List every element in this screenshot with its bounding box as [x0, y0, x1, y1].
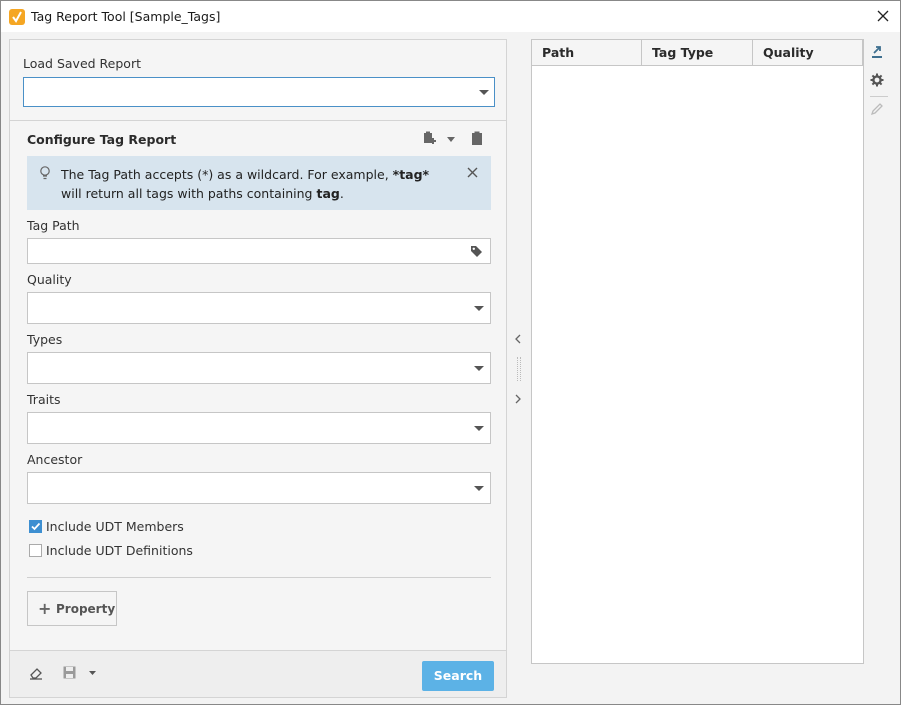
search-button[interactable]: Search — [422, 661, 494, 691]
include-udt-members-label: Include UDT Members — [46, 519, 184, 534]
toolbar-separator — [870, 96, 888, 97]
pencil-icon[interactable] — [870, 102, 884, 116]
tag-path-input[interactable] — [27, 238, 491, 264]
load-saved-report-label: Load Saved Report — [23, 56, 141, 71]
section-divider — [27, 577, 491, 578]
title-bar: Tag Report Tool [Sample_Tags] — [1, 1, 900, 32]
ancestor-dropdown[interactable] — [27, 472, 491, 504]
traits-dropdown[interactable] — [27, 412, 491, 444]
gear-icon[interactable] — [870, 73, 884, 87]
save-icon[interactable] — [63, 666, 76, 679]
chevron-down-icon — [474, 366, 484, 371]
bottom-toolbar: Search — [10, 650, 506, 697]
column-header-path[interactable]: Path — [532, 40, 642, 66]
clipboard-icon[interactable] — [471, 131, 483, 145]
tag-report-icon — [9, 9, 25, 25]
tag-icon[interactable] — [470, 245, 483, 258]
include-udt-definitions-checkbox[interactable] — [29, 544, 42, 557]
include-udt-members-checkbox[interactable] — [29, 520, 42, 533]
eraser-icon[interactable] — [29, 666, 43, 680]
quality-dropdown[interactable] — [27, 292, 491, 324]
report-config-panel: Load Saved Report Configure Tag Report T… — [9, 39, 507, 698]
chevron-down-icon[interactable] — [447, 137, 455, 142]
types-dropdown[interactable] — [27, 352, 491, 384]
wildcard-info-text: The Tag Path accepts (*) as a wildcard. … — [61, 167, 430, 201]
ancestor-label: Ancestor — [27, 452, 83, 467]
tag-path-label: Tag Path — [27, 218, 80, 233]
export-icon[interactable] — [870, 45, 884, 59]
add-property-label: Property — [56, 602, 116, 616]
column-header-quality[interactable]: Quality — [753, 40, 863, 66]
configure-tag-report-title: Configure Tag Report — [27, 132, 177, 147]
section-divider — [10, 120, 506, 121]
quality-label: Quality — [27, 272, 72, 287]
column-header-tag-type[interactable]: Tag Type — [642, 40, 753, 66]
chevron-down-icon[interactable] — [89, 671, 96, 675]
chevron-down-icon — [479, 90, 489, 95]
lightbulb-icon — [40, 166, 50, 180]
close-button[interactable] — [869, 4, 897, 28]
chevron-down-icon — [474, 306, 484, 311]
checkmark-icon — [31, 522, 41, 531]
plus-icon: + — [38, 599, 52, 618]
wildcard-info-banner: The Tag Path accepts (*) as a wildcard. … — [27, 156, 491, 210]
chevron-down-icon — [474, 486, 484, 491]
add-property-button[interactable]: + Property — [27, 591, 117, 626]
types-label: Types — [27, 332, 63, 347]
window-title: Tag Report Tool [Sample_Tags] — [31, 9, 221, 24]
results-table: Path Tag Type Quality — [531, 39, 864, 664]
panel-splitter-handle[interactable] — [517, 357, 521, 381]
include-udt-definitions-label: Include UDT Definitions — [46, 543, 193, 558]
chevron-right-icon[interactable] — [514, 394, 522, 404]
chevron-left-icon[interactable] — [514, 334, 522, 344]
traits-label: Traits — [27, 392, 61, 407]
load-saved-report-dropdown[interactable] — [23, 77, 495, 107]
chevron-down-icon — [474, 426, 484, 431]
paste-add-icon[interactable] — [423, 131, 437, 145]
table-header: Path Tag Type Quality — [532, 40, 863, 66]
tag-report-window: Tag Report Tool [Sample_Tags] Load Saved… — [0, 0, 901, 705]
close-icon[interactable] — [467, 167, 478, 178]
close-icon — [877, 10, 889, 22]
